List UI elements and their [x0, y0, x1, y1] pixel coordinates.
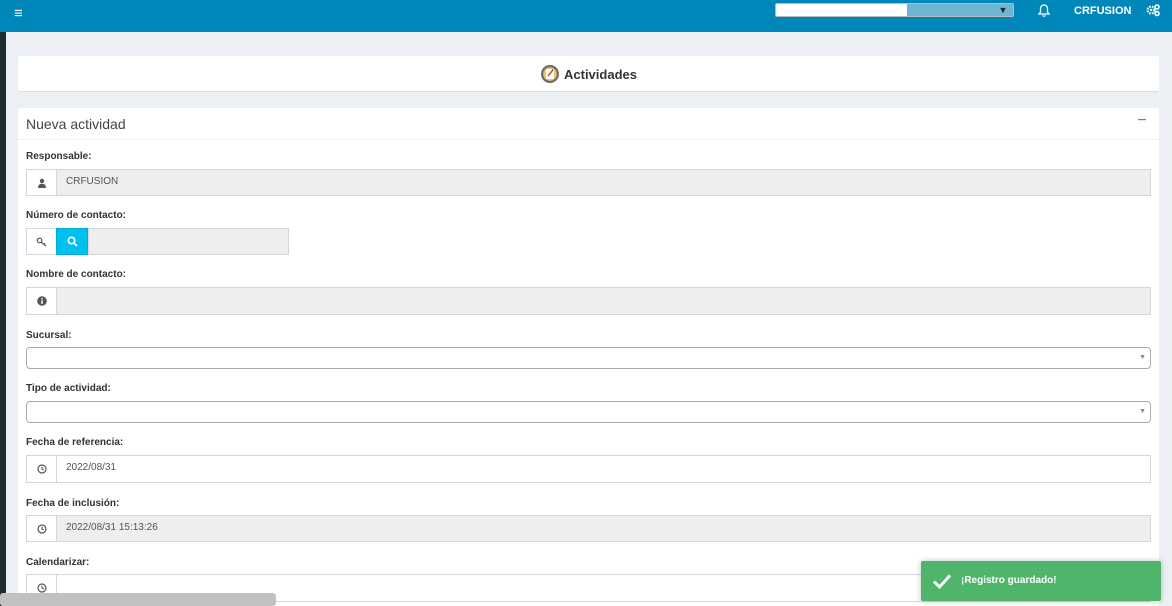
clock-icon — [36, 583, 47, 593]
sucursal-label: Sucursal: — [26, 330, 72, 341]
tipo-actividad-select[interactable]: ▼ — [26, 401, 1151, 423]
responsable-group: CRFUSION — [26, 169, 1151, 196]
key-icon — [36, 237, 46, 246]
clock-icon — [36, 523, 47, 534]
numero-contacto-field[interactable] — [88, 228, 289, 255]
panel-header: Nueva actividad − — [18, 108, 1159, 140]
toast-message: ¡Registro guardado! — [961, 575, 1057, 586]
tipo-actividad-label: Tipo de actividad: — [26, 383, 111, 394]
numero-contacto-group — [26, 228, 289, 255]
responsable-label: Responsable: — [26, 151, 92, 162]
search-icon — [66, 236, 78, 247]
nombre-contacto-label: Nombre de contacto: — [26, 269, 127, 280]
new-activity-panel: Nueva actividad − Responsable: CRFUSION … — [18, 108, 1159, 606]
contact-search-button[interactable] — [56, 228, 88, 255]
nombre-contacto-group — [26, 287, 1151, 315]
chevron-down-icon: ▼ — [1139, 408, 1146, 415]
clock-addon — [26, 515, 56, 542]
activity-icon — [541, 65, 559, 83]
fecha-inclusion-label: Fecha de inclusión: — [26, 498, 120, 509]
bell-icon[interactable] — [1037, 3, 1051, 19]
company-select-highlight — [907, 4, 993, 16]
fecha-referencia-label: Fecha de referencia: — [26, 437, 124, 448]
check-icon — [932, 574, 952, 590]
panel-title: Nueva actividad — [26, 116, 126, 132]
fecha-referencia-field[interactable]: 2022/08/31 — [56, 455, 1151, 483]
success-toast[interactable]: ¡Registro guardado! — [921, 561, 1161, 601]
sidebar-edge — [0, 32, 6, 606]
clock-icon — [36, 464, 47, 474]
numero-contacto-label: Número de contacto: — [26, 210, 127, 221]
info-addon — [26, 287, 56, 315]
top-navbar: ≡ ▼ CRFUSION — [0, 0, 1172, 32]
page-header-box: Actividades — [18, 56, 1159, 92]
page-title: Actividades — [564, 66, 637, 82]
collapse-button[interactable]: − — [1135, 113, 1149, 129]
key-addon — [26, 228, 56, 255]
calendarizar-label: Calendarizar: — [26, 557, 90, 568]
clock-addon — [26, 455, 56, 483]
responsable-field: CRFUSION — [56, 169, 1151, 196]
fecha-inclusion-group: 2022/08/31 15:13:26 — [26, 515, 1151, 542]
menu-toggle-icon[interactable]: ≡ — [14, 4, 30, 24]
chevron-down-icon: ▼ — [1139, 354, 1146, 361]
user-addon — [26, 169, 56, 196]
horizontal-scrollbar[interactable] — [0, 593, 276, 606]
username-label[interactable]: CRFUSION — [1074, 4, 1131, 18]
sucursal-select[interactable]: ▼ — [26, 347, 1151, 369]
gears-icon[interactable] — [1146, 3, 1160, 17]
user-icon — [37, 178, 46, 188]
fecha-referencia-group: 2022/08/31 — [26, 455, 1151, 483]
chevron-down-icon[interactable]: ▼ — [993, 4, 1013, 16]
info-icon — [36, 296, 47, 306]
nombre-contacto-field — [56, 287, 1151, 315]
company-select[interactable]: ▼ — [775, 3, 1014, 17]
fecha-inclusion-field: 2022/08/31 15:13:26 — [56, 515, 1151, 542]
